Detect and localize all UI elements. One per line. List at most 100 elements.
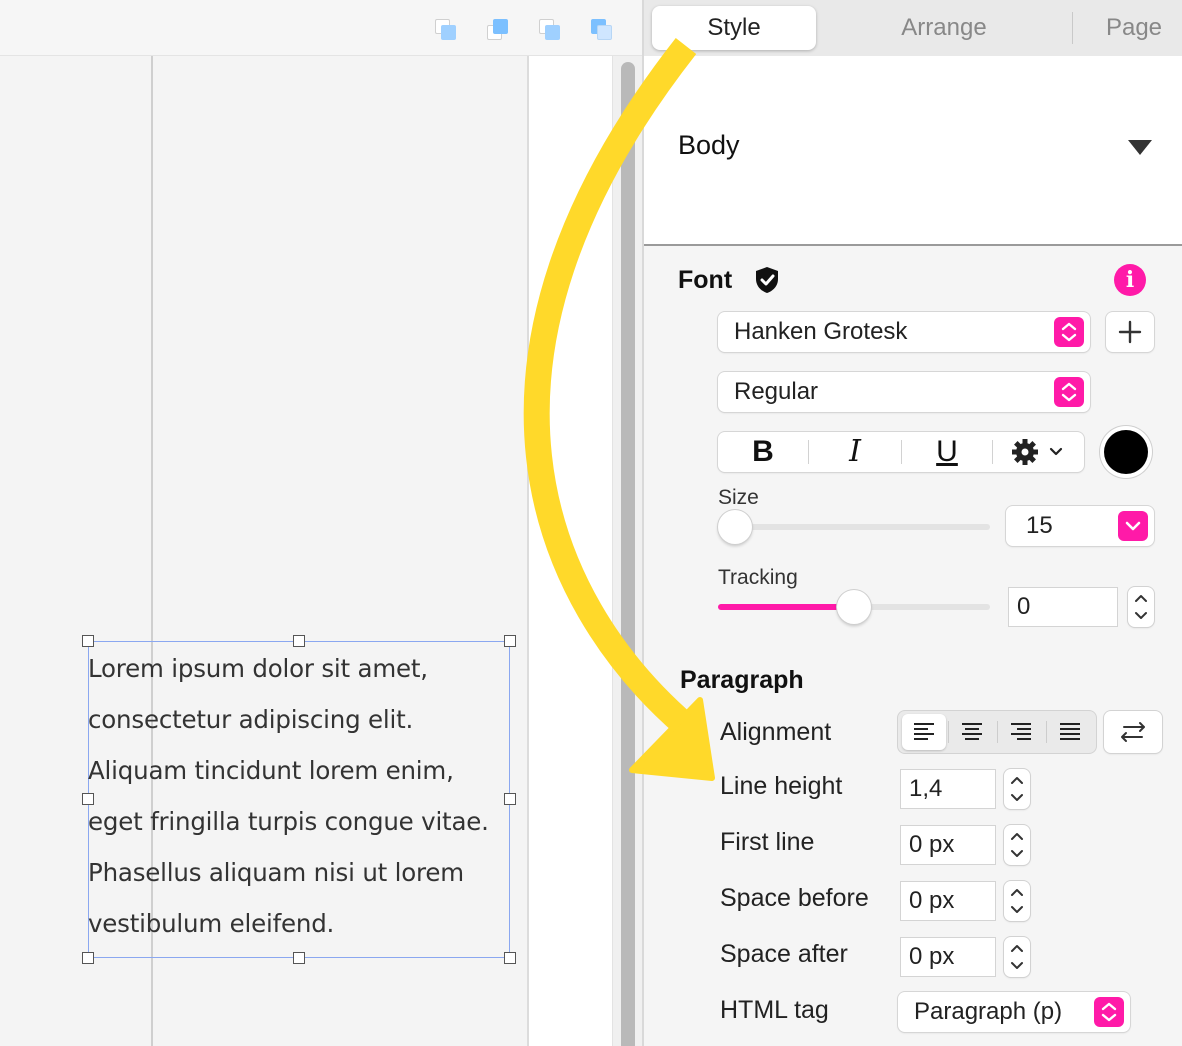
font-family-value: Hanken Grotesk xyxy=(734,318,908,345)
space-before-label: Space before xyxy=(720,884,869,912)
paragraph-section-title: Paragraph xyxy=(680,666,804,694)
size-label: Size xyxy=(718,486,759,509)
resize-handle-bottom-left[interactable] xyxy=(82,952,94,964)
line-height-value: 1,4 xyxy=(909,775,943,802)
text-box-content[interactable]: Lorem ipsum dolor sit amet, consectetur … xyxy=(88,643,518,949)
bold-button[interactable]: B xyxy=(718,432,808,472)
resize-handle-right[interactable] xyxy=(504,793,516,805)
text-format-bar: B I U xyxy=(718,432,1084,472)
select-stepper-icon[interactable] xyxy=(1054,377,1084,407)
scrollbar-thumb[interactable] xyxy=(621,62,635,1046)
select-stepper-icon[interactable] xyxy=(1054,317,1084,347)
tracking-slider-knob[interactable] xyxy=(837,590,871,624)
size-dropdown-icon[interactable] xyxy=(1118,511,1148,541)
first-line-value: 0 px xyxy=(909,831,955,858)
canvas-toolbar xyxy=(0,0,642,56)
font-weight-value: Regular xyxy=(734,378,819,405)
align-justify-button[interactable] xyxy=(1048,714,1092,750)
tab-separator xyxy=(1072,12,1073,44)
text-line: Lorem ipsum dolor sit amet, xyxy=(88,654,428,683)
space-before-value: 0 px xyxy=(909,887,955,914)
space-before-input[interactable]: 0 px xyxy=(900,881,996,921)
gear-chevron-icon xyxy=(1012,439,1063,465)
font-size-field[interactable]: 15 xyxy=(1006,506,1154,546)
tracking-stepper[interactable] xyxy=(1128,587,1154,627)
text-line: consectetur adipiscing elit. xyxy=(88,705,414,734)
alignment-segmented-control xyxy=(898,711,1096,753)
tab-page[interactable]: Page xyxy=(1084,6,1182,50)
text-direction-icon xyxy=(1121,722,1145,742)
space-before-stepper[interactable] xyxy=(1004,881,1030,921)
html-tag-label: HTML tag xyxy=(720,996,829,1024)
send-to-back-icon[interactable] xyxy=(588,16,614,42)
text-line: Aliquam tincidunt lorem enim, xyxy=(88,756,454,785)
text-line: vestibulum eleifend. xyxy=(88,909,335,938)
space-after-label: Space after xyxy=(720,940,848,968)
align-left-icon xyxy=(914,723,934,740)
color-swatch xyxy=(1104,430,1148,474)
font-family-select[interactable]: Hanken Grotesk xyxy=(718,312,1090,352)
tracking-slider-fill xyxy=(718,604,854,610)
html-tag-value: Paragraph (p) xyxy=(914,998,1063,1025)
inspector-panel: Style Arrange Page Body Font i Hanken Gr… xyxy=(642,0,1182,1046)
info-icon[interactable]: i xyxy=(1114,264,1146,296)
resize-handle-bottom-right[interactable] xyxy=(504,952,516,964)
html-tag-select[interactable]: Paragraph (p) xyxy=(898,992,1130,1032)
paragraph-style-name: Body xyxy=(678,130,740,160)
first-line-stepper[interactable] xyxy=(1004,825,1030,865)
plus-icon xyxy=(1118,320,1142,344)
line-height-label: Line height xyxy=(720,772,843,800)
font-weight-select[interactable]: Regular xyxy=(718,372,1090,412)
stepper-arrows-icon xyxy=(1011,777,1023,801)
font-size-value: 15 xyxy=(1026,512,1053,539)
resize-handle-top[interactable] xyxy=(293,635,305,647)
align-separator xyxy=(997,721,998,743)
bring-forward-icon[interactable] xyxy=(432,16,458,42)
align-center-button[interactable] xyxy=(950,714,994,750)
text-color-well[interactable] xyxy=(1100,426,1152,478)
tracking-label: Tracking xyxy=(718,566,798,589)
tracking-value: 0 xyxy=(1017,593,1031,620)
stepper-arrows-icon xyxy=(1011,889,1023,913)
tab-style[interactable]: Style xyxy=(652,6,816,50)
stepper-arrows-icon xyxy=(1011,833,1023,857)
bring-to-front-icon[interactable] xyxy=(536,16,562,42)
size-slider[interactable] xyxy=(718,524,990,530)
inspector-tabs: Style Arrange Page xyxy=(644,0,1182,56)
align-left-button[interactable] xyxy=(902,714,946,750)
underline-button[interactable]: U xyxy=(902,432,992,472)
text-line: eget fringilla turpis congue vitae. xyxy=(88,807,489,836)
resize-handle-top-left[interactable] xyxy=(82,635,94,647)
add-font-button[interactable] xyxy=(1106,312,1154,352)
align-right-icon xyxy=(1011,723,1031,740)
text-line: Phasellus aliquam nisi ut lorem xyxy=(88,858,464,887)
paragraph-style-selector[interactable]: Body xyxy=(644,56,1182,246)
select-stepper-icon[interactable] xyxy=(1094,997,1124,1027)
canvas-scrollbar[interactable] xyxy=(612,56,642,1046)
italic-button[interactable]: I xyxy=(809,432,901,472)
space-after-value: 0 px xyxy=(909,943,955,970)
send-backward-icon[interactable] xyxy=(484,16,510,42)
align-separator xyxy=(948,721,949,743)
space-after-stepper[interactable] xyxy=(1004,937,1030,977)
text-options-button[interactable] xyxy=(993,432,1084,472)
text-direction-button[interactable] xyxy=(1104,711,1162,753)
first-line-label: First line xyxy=(720,828,815,856)
dropdown-triangle-icon[interactable] xyxy=(1128,140,1152,155)
page-margin xyxy=(529,56,612,1046)
tab-arrange[interactable]: Arrange xyxy=(854,6,1034,50)
align-right-button[interactable] xyxy=(999,714,1043,750)
space-after-input[interactable]: 0 px xyxy=(900,937,996,977)
first-line-input[interactable]: 0 px xyxy=(900,825,996,865)
font-section-title: Font xyxy=(678,266,733,294)
size-slider-knob[interactable] xyxy=(718,510,752,544)
line-height-stepper[interactable] xyxy=(1004,769,1030,809)
resize-handle-top-right[interactable] xyxy=(504,635,516,647)
resize-handle-left[interactable] xyxy=(82,793,94,805)
alignment-label: Alignment xyxy=(720,718,832,746)
tracking-input[interactable]: 0 xyxy=(1008,587,1118,627)
align-justify-icon xyxy=(1060,723,1080,740)
line-height-input[interactable]: 1,4 xyxy=(900,769,996,809)
resize-handle-bottom[interactable] xyxy=(293,952,305,964)
align-separator xyxy=(1046,721,1047,743)
